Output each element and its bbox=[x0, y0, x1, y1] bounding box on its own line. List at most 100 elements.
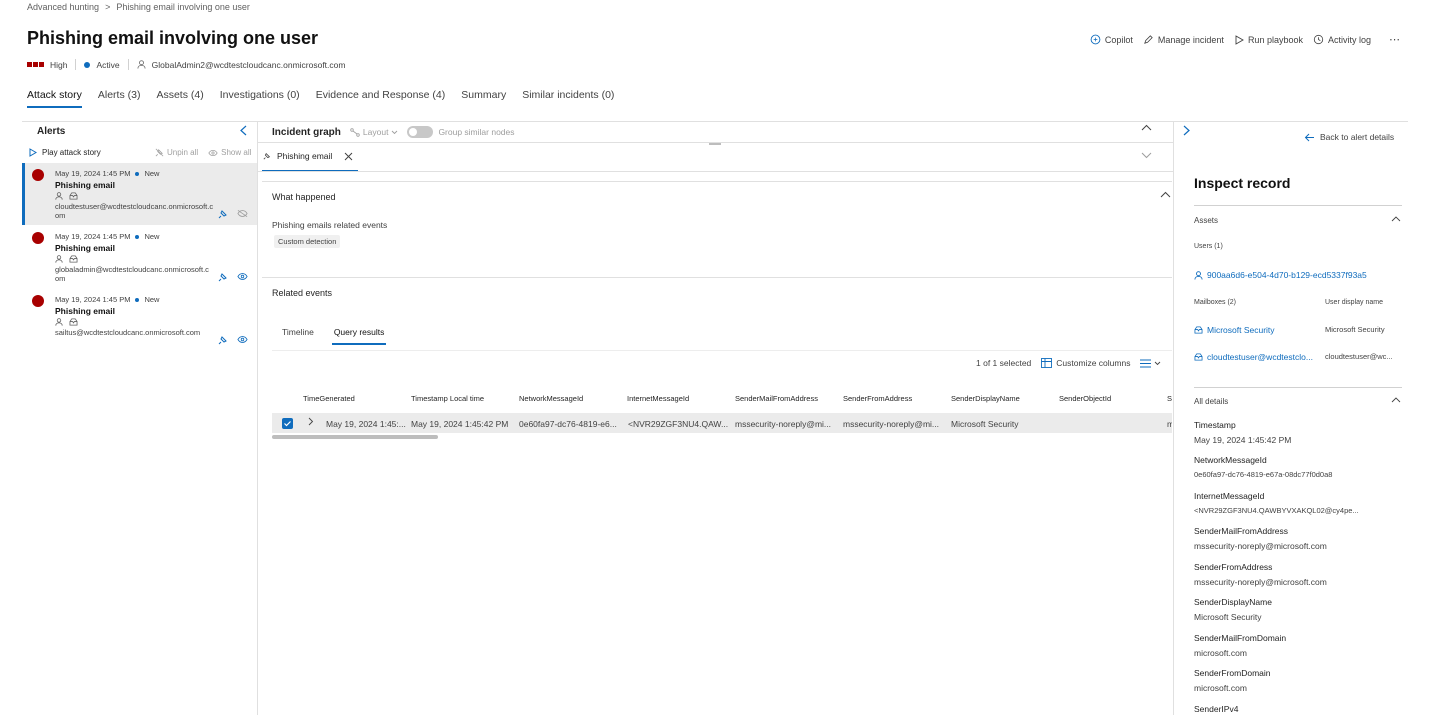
show-icon[interactable] bbox=[237, 335, 248, 344]
tab-phishing-email[interactable]: Phishing email bbox=[263, 151, 353, 161]
alert-title: Phishing email bbox=[55, 180, 115, 190]
column-header[interactable]: NetworkMessageId bbox=[519, 394, 583, 403]
alert-card[interactable]: May 19, 2024 1:45 PM New Phishing email … bbox=[22, 163, 257, 225]
alert-user: globaladmin@wcdtestcloudcanc.onmicrosoft… bbox=[55, 265, 209, 283]
back-to-alert-details-link[interactable]: Back to alert details bbox=[1304, 132, 1394, 142]
breadcrumb: Advanced hunting > Phishing email involv… bbox=[27, 2, 250, 12]
mailbox-icon bbox=[69, 318, 78, 326]
show-icon[interactable] bbox=[237, 272, 248, 281]
tab-similar-incidents[interactable]: Similar incidents (0) bbox=[522, 89, 614, 106]
mailbox-link[interactable]: Microsoft Security bbox=[1194, 325, 1275, 335]
assigned-user[interactable]: GlobalAdmin2@wcdtestcloudcanc.onmicrosof… bbox=[152, 60, 346, 70]
mailbox-display-name: Microsoft Security bbox=[1325, 325, 1385, 334]
status-dot-icon bbox=[84, 61, 91, 68]
users-label: Users (1) bbox=[1194, 243, 1223, 250]
column-header[interactable]: InternetMessageId bbox=[627, 394, 689, 403]
tab-assets[interactable]: Assets (4) bbox=[156, 89, 203, 106]
tab-alerts[interactable]: Alerts (3) bbox=[98, 89, 141, 106]
more-options-button[interactable]: ⋯ bbox=[1389, 33, 1400, 46]
related-events-header: Related events bbox=[272, 288, 333, 298]
incident-meta: High Active GlobalAdmin2@wcdtestcloudcan… bbox=[27, 59, 345, 70]
copilot-button[interactable]: Copilot bbox=[1090, 34, 1133, 45]
alert-card[interactable]: May 19, 2024 1:45 PM New Phishing email … bbox=[22, 289, 257, 351]
divider bbox=[1194, 387, 1402, 388]
list-icon bbox=[1140, 359, 1152, 368]
tab-query-results[interactable]: Query results bbox=[331, 327, 386, 345]
divider bbox=[22, 121, 1408, 122]
close-icon[interactable] bbox=[344, 152, 353, 161]
detail-value: microsoft.com bbox=[1194, 683, 1247, 693]
row-checkbox[interactable] bbox=[282, 418, 293, 429]
detail-key: NetworkMessageId bbox=[1194, 455, 1267, 465]
mailbox-link[interactable]: cloudtestuser@wcdtestclo... bbox=[1194, 352, 1313, 362]
column-header[interactable]: SenderFromAddress bbox=[843, 394, 912, 403]
alert-card[interactable]: May 19, 2024 1:45 PM New Phishing email … bbox=[22, 226, 257, 288]
breadcrumb-root[interactable]: Advanced hunting bbox=[27, 2, 99, 12]
mailbox-icon bbox=[69, 192, 78, 200]
breadcrumb-current: Phishing email involving one user bbox=[116, 2, 250, 12]
column-header[interactable]: TimeGenerated bbox=[303, 394, 355, 403]
what-happened-header[interactable]: What happened bbox=[272, 192, 336, 202]
column-header[interactable]: SenderMailFromAddress bbox=[735, 394, 818, 403]
expand-panel-icon[interactable] bbox=[1182, 125, 1191, 136]
run-playbook-button[interactable]: Run playbook bbox=[1234, 35, 1303, 45]
status-dot-icon bbox=[135, 297, 140, 302]
customize-columns-button[interactable]: Customize columns bbox=[1041, 358, 1130, 368]
manage-incident-button[interactable]: Manage incident bbox=[1143, 34, 1224, 45]
divider bbox=[75, 59, 77, 70]
column-header[interactable]: Timestamp Local time bbox=[411, 394, 484, 403]
column-header[interactable]: Se bbox=[1167, 394, 1172, 403]
chevron-up-icon[interactable] bbox=[1391, 216, 1401, 222]
resize-handle[interactable] bbox=[709, 143, 721, 145]
alert-title: Phishing email bbox=[55, 243, 115, 253]
hide-icon[interactable] bbox=[237, 209, 248, 218]
tab-timeline[interactable]: Timeline bbox=[282, 327, 314, 343]
play-attack-story-button[interactable]: Play attack story bbox=[29, 148, 101, 157]
expand-row-icon[interactable] bbox=[308, 417, 314, 426]
divider bbox=[272, 350, 1172, 351]
chevron-down-icon[interactable] bbox=[1141, 152, 1152, 159]
horizontal-scrollbar[interactable] bbox=[272, 435, 438, 439]
person-icon bbox=[55, 318, 63, 326]
play-icon bbox=[1234, 34, 1244, 45]
user-link[interactable]: 900aa6d6-e504-4d70-b129-ecd5337f93a5 bbox=[1194, 270, 1367, 280]
mailbox-icon bbox=[1194, 353, 1203, 361]
table-cell: May 19, 2024 1:45:... bbox=[326, 419, 406, 429]
pin-icon[interactable] bbox=[218, 272, 228, 282]
incident-graph-header: Incident graph Layout Group similar node… bbox=[272, 126, 515, 138]
table-cell: 0e60fa97-dc76-4819-e6... bbox=[519, 419, 617, 429]
tab-summary[interactable]: Summary bbox=[461, 89, 506, 106]
incident-tabs: Attack story Alerts (3) Assets (4) Inves… bbox=[27, 89, 614, 108]
group-similar-nodes-toggle[interactable] bbox=[407, 126, 434, 138]
unpin-all-button[interactable]: Unpin all bbox=[155, 148, 198, 157]
show-all-button[interactable]: Show all bbox=[208, 148, 251, 157]
activity-log-button[interactable]: Activity log bbox=[1313, 34, 1371, 45]
collapse-panel-icon[interactable] bbox=[239, 125, 248, 136]
severity-high-icon bbox=[32, 232, 44, 244]
column-header[interactable]: SenderObjectId bbox=[1059, 394, 1111, 403]
chevron-up-icon[interactable] bbox=[1391, 397, 1401, 403]
divider bbox=[127, 59, 129, 70]
mailbox-display-name: cloudtestuser@wc... bbox=[1325, 352, 1393, 361]
layout-dropdown[interactable]: Layout bbox=[350, 127, 399, 137]
chevron-up-icon[interactable] bbox=[1141, 124, 1152, 131]
assets-section-header[interactable]: Assets bbox=[1194, 216, 1218, 225]
severity-high-icon bbox=[32, 295, 44, 307]
tab-attack-story[interactable]: Attack story bbox=[27, 89, 82, 108]
tab-evidence-and-response[interactable]: Evidence and Response (4) bbox=[316, 89, 446, 106]
pin-icon[interactable] bbox=[218, 335, 228, 345]
columns-icon bbox=[1041, 358, 1053, 368]
play-icon bbox=[29, 148, 37, 157]
tab-investigations[interactable]: Investigations (0) bbox=[220, 89, 300, 106]
alerts-panel-tools: Unpin all Show all bbox=[155, 148, 251, 157]
column-header[interactable]: SenderDisplayName bbox=[951, 394, 1020, 403]
all-details-section-header[interactable]: All details bbox=[1194, 397, 1228, 406]
pin-icon[interactable] bbox=[218, 209, 228, 219]
detail-value: <NVR29ZGF3NU4.QAWBYVXAKQL02@cy4pe... bbox=[1194, 506, 1359, 515]
chevron-up-icon[interactable] bbox=[1160, 191, 1171, 198]
alert-entity-icons bbox=[55, 318, 78, 326]
divider bbox=[262, 181, 1172, 182]
user-display-name-label: User display name bbox=[1325, 299, 1383, 306]
density-menu-button[interactable] bbox=[1140, 359, 1161, 368]
alert-meta: May 19, 2024 1:45 PM New bbox=[55, 169, 160, 178]
